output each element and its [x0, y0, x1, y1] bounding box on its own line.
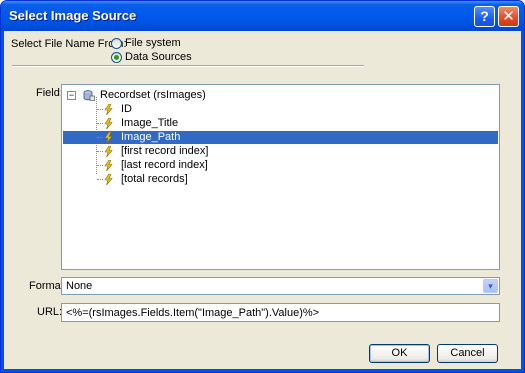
tree-item-total-records[interactable]: [total records] — [63, 173, 498, 186]
tree-item-image-title[interactable]: Image_Title — [63, 117, 498, 130]
tree-item-last-record-index[interactable]: [last record index] — [63, 159, 498, 172]
window-title: Select Image Source — [9, 8, 137, 23]
tree-item-label: [first record index] — [121, 145, 209, 157]
radio-data-sources[interactable] — [111, 52, 122, 63]
format-select[interactable]: None ▾ — [61, 277, 500, 295]
lightning-bolt-icon — [104, 174, 113, 185]
source-label: Select File Name From: — [11, 38, 127, 50]
lightning-bolt-icon — [104, 118, 113, 129]
tree-root-recordset[interactable]: − Recordset (rsImages) — [63, 89, 498, 102]
dialog-window: Select Image Source ? ✕ Select File Name… — [0, 0, 525, 373]
cancel-button[interactable]: Cancel — [437, 344, 498, 363]
title-bar[interactable]: Select Image Source ? ✕ — [1, 1, 524, 31]
help-button[interactable]: ? — [474, 6, 495, 27]
radio-data-sources-label[interactable]: Data Sources — [125, 51, 192, 63]
separator — [12, 65, 364, 67]
tree-item-image-path[interactable]: Image_Path — [63, 131, 498, 144]
url-input[interactable] — [61, 303, 500, 322]
lightning-bolt-icon — [104, 104, 113, 115]
tree-item-label: [total records] — [121, 173, 188, 185]
recordset-icon — [83, 90, 95, 101]
url-label: URL: — [37, 306, 63, 318]
ok-button[interactable]: OK — [369, 344, 430, 363]
format-value: None — [66, 280, 93, 292]
lightning-bolt-icon — [104, 160, 113, 171]
collapse-icon[interactable]: − — [67, 91, 76, 100]
tree-item-label: [last record index] — [121, 159, 208, 171]
tree-item-label: ID — [121, 103, 132, 115]
tree-item-label: Image_Path — [121, 131, 181, 143]
field-label: Field: — [36, 87, 63, 99]
lightning-bolt-icon — [104, 132, 113, 143]
tree-item-first-record-index[interactable]: [first record index] — [63, 145, 498, 158]
chevron-down-icon[interactable]: ▾ — [483, 279, 498, 293]
lightning-bolt-icon — [104, 146, 113, 157]
radio-file-system[interactable] — [111, 38, 122, 49]
tree-item-label: Image_Title — [121, 117, 179, 129]
field-tree[interactable]: − Recordset (rsImages) ID Image_Title Im… — [61, 84, 500, 270]
dialog-body: Select File Name From: File system Data … — [4, 31, 521, 369]
tree-root-label: Recordset (rsImages) — [100, 89, 206, 101]
tree-item-id[interactable]: ID — [63, 103, 498, 116]
close-button[interactable]: ✕ — [498, 6, 519, 27]
radio-file-system-label[interactable]: File system — [125, 37, 181, 49]
